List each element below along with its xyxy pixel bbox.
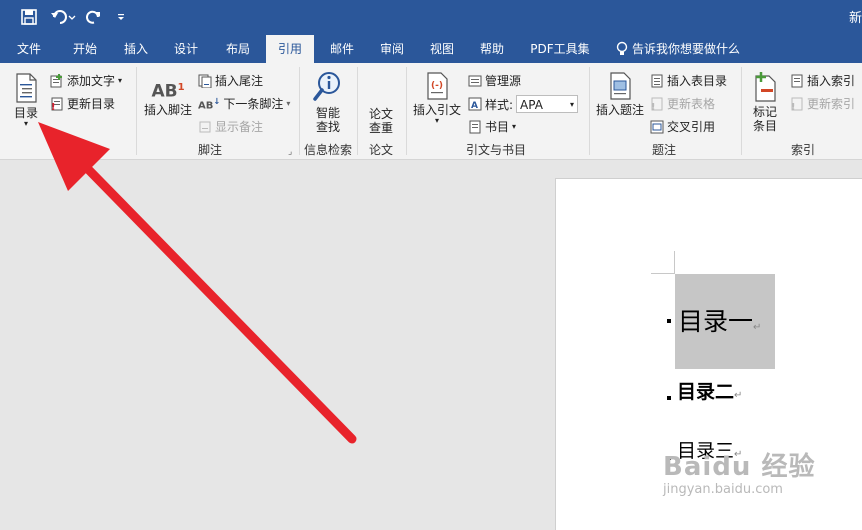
- red-arrow-annotation: [38, 122, 357, 444]
